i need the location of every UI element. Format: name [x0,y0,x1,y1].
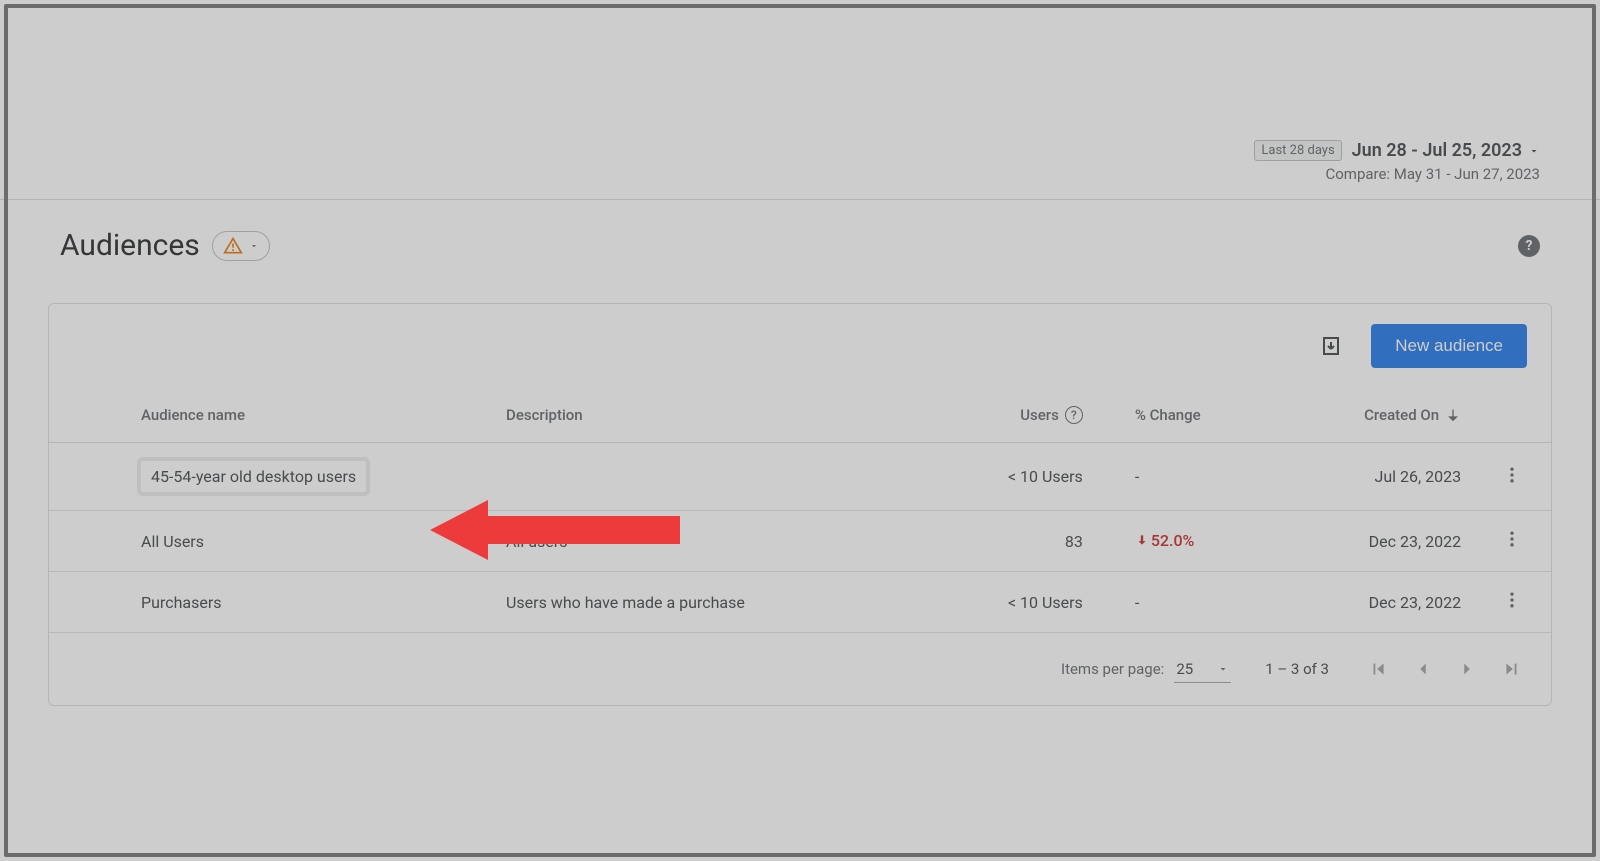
audience-description-cell: Users who have made a purchase [494,572,917,633]
page-last-icon [1500,658,1522,680]
pagination-bar: Items per page: 25 1 – 3 of 3 [49,633,1551,705]
chevron-left-icon [1412,658,1434,680]
date-range-text: Jun 28 - Jul 25, 2023 [1352,140,1522,161]
warning-pill[interactable] [212,231,270,261]
audience-users-cell: 83 [917,511,1095,572]
audiences-table: Audience name Description Users ? % Chan… [49,388,1551,633]
col-header-users-label: Users [1020,406,1059,424]
audience-change-cell: 52.0% [1095,511,1251,572]
more-vert-icon [1502,465,1522,485]
col-header-users[interactable]: Users ? [917,388,1095,443]
col-header-name[interactable]: Audience name [49,388,494,443]
items-per-page-value: 25 [1176,660,1193,678]
negative-change-badge: 52.0% [1135,531,1195,550]
items-per-page-select[interactable]: 25 [1174,656,1231,683]
table-row[interactable]: PurchasersUsers who have made a purchase… [49,572,1551,633]
pagination-first-button[interactable] [1363,653,1395,685]
row-overflow-menu-button[interactable] [1502,465,1522,485]
sort-descending-icon [1445,407,1461,423]
page-title: Audiences [60,228,200,263]
more-vert-icon [1502,590,1522,610]
col-header-created-label: Created On [1364,406,1439,424]
caret-down-icon [1217,663,1229,675]
highlighted-audience-name: 45-54-year old desktop users [141,461,366,492]
items-per-page-label: Items per page: [1061,660,1164,678]
col-header-change[interactable]: % Change [1095,388,1251,443]
caret-down-icon [1528,145,1540,157]
audience-created-cell: Dec 23, 2022 [1251,572,1474,633]
row-menu-cell [1473,443,1551,511]
row-overflow-menu-button[interactable] [1502,529,1522,549]
audience-description-cell [494,443,917,511]
audience-created-cell: Dec 23, 2022 [1251,511,1474,572]
new-audience-button[interactable]: New audience [1371,324,1527,368]
date-range-preset-badge: Last 28 days [1254,140,1341,161]
audience-name-cell[interactable]: Purchasers [49,572,494,633]
download-icon [1319,334,1343,358]
audiences-card: New audience Audience name Description U… [48,303,1552,706]
audience-change-cell: - [1095,443,1251,511]
audience-name-cell[interactable]: All Users [49,511,494,572]
col-header-description[interactable]: Description [494,388,917,443]
caret-down-icon [249,241,259,251]
page-first-icon [1368,658,1390,680]
date-compare-text: Compare: May 31 - Jun 27, 2023 [1325,165,1540,183]
audience-users-cell: < 10 Users [917,572,1095,633]
warning-triangle-icon [223,236,243,256]
row-menu-cell [1473,572,1551,633]
audience-created-cell: Jul 26, 2023 [1251,443,1474,511]
more-vert-icon [1502,529,1522,549]
audience-name-cell[interactable]: 45-54-year old desktop users [49,443,494,511]
chevron-right-icon [1456,658,1478,680]
date-range-bar: Last 28 days Jun 28 - Jul 25, 2023 Compa… [0,140,1600,199]
audience-change-cell: - [1095,572,1251,633]
table-header-row: Audience name Description Users ? % Chan… [49,388,1551,443]
table-row[interactable]: All UsersAll users83 52.0% Dec 23, 2022 [49,511,1551,572]
row-overflow-menu-button[interactable] [1502,590,1522,610]
help-icon[interactable]: ? [1065,406,1083,424]
help-icon[interactable]: ? [1518,235,1540,257]
pagination-last-button[interactable] [1495,653,1527,685]
audience-users-cell: < 10 Users [917,443,1095,511]
pagination-next-button[interactable] [1451,653,1483,685]
pagination-range-text: 1 – 3 of 3 [1265,660,1329,678]
audience-description-cell: All users [494,511,917,572]
date-range-picker[interactable]: Jun 28 - Jul 25, 2023 [1352,140,1540,161]
col-header-created[interactable]: Created On [1251,388,1474,443]
table-row[interactable]: 45-54-year old desktop users < 10 Users-J… [49,443,1551,511]
download-button[interactable] [1315,330,1347,362]
pagination-prev-button[interactable] [1407,653,1439,685]
arrow-down-icon [1135,533,1149,547]
col-header-menu [1473,388,1551,443]
row-menu-cell [1473,511,1551,572]
